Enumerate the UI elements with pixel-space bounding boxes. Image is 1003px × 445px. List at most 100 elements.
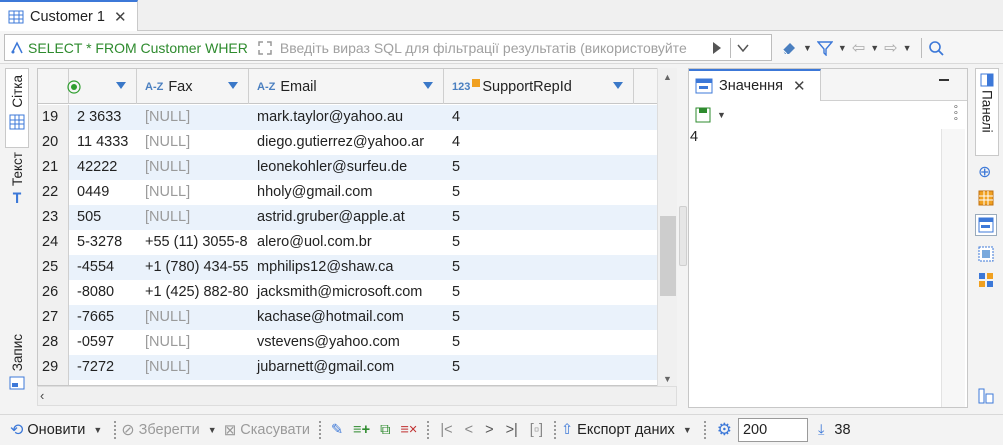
cell-fax[interactable]: [NULL]	[137, 130, 249, 155]
cell-phone[interactable]: 5-3278	[69, 230, 137, 255]
cell-phone[interactable]: -7272	[69, 355, 137, 380]
cell-supportrepid[interactable]: 5	[444, 330, 634, 355]
cell-email[interactable]: mark.taylor@yahoo.au	[249, 105, 444, 130]
last-page-icon[interactable]: >|	[506, 422, 518, 438]
prev-page-icon[interactable]: <	[465, 422, 473, 438]
next-page-icon[interactable]: >	[485, 422, 493, 438]
cell-value[interactable]: 4	[689, 129, 698, 145]
close-icon[interactable]: ✕	[793, 77, 806, 95]
add-row-icon[interactable]: ≡+	[353, 422, 370, 438]
save-button[interactable]: ⊘ Зберегти ▼	[121, 420, 219, 440]
table-row[interactable]: 22 0449 [NULL] hholy@gmail.com 5	[38, 180, 658, 205]
cell-email[interactable]: hholy@gmail.com	[249, 180, 444, 205]
chevron-down-icon[interactable]: ▼	[903, 43, 912, 53]
metadata-icon[interactable]	[978, 246, 994, 262]
refresh-button[interactable]: ⟲ Оновити ▼	[10, 420, 105, 440]
cell-email[interactable]: mphilips12@shaw.ca	[249, 255, 444, 280]
references-icon[interactable]	[978, 272, 994, 288]
save-icon[interactable]	[695, 107, 711, 123]
sql-query-text[interactable]: SELECT * FROM Customer WHER	[28, 40, 248, 56]
tab-value[interactable]: Значення ✕	[689, 69, 821, 101]
table-row[interactable]: 25 -4554 +1 (780) 434-55 mphilips12@shaw.ca…	[38, 255, 658, 280]
cell-email[interactable]: kachase@hotmail.com	[249, 305, 444, 330]
cell-fax[interactable]: +1 (425) 882-80	[137, 280, 249, 305]
close-icon[interactable]: ✕	[114, 8, 127, 26]
column-header-phone[interactable]	[67, 69, 137, 104]
minimize-icon[interactable]	[939, 79, 949, 81]
cell-phone[interactable]: 42222	[69, 155, 137, 180]
eraser-icon[interactable]	[780, 40, 798, 56]
cell-supportrepid[interactable]: 5	[444, 155, 634, 180]
scroll-thumb[interactable]	[660, 216, 676, 296]
chevron-down-icon[interactable]: ▼	[838, 43, 847, 53]
tab-record[interactable]: Запис	[5, 334, 29, 404]
value-scrollbar[interactable]	[941, 129, 965, 407]
table-row[interactable]: 26 -8080 +1 (425) 882-80 jacksmith@microsof…	[38, 280, 658, 305]
chevron-down-icon[interactable]: ▼	[803, 43, 812, 53]
copy-row-icon[interactable]: ⧉	[380, 422, 390, 438]
cell-email[interactable]: leonekohler@surfeu.de	[249, 155, 444, 180]
expand-icon[interactable]	[256, 39, 274, 57]
panel-splitter[interactable]	[679, 206, 687, 266]
cell-supportrepid[interactable]: 5	[444, 205, 634, 230]
column-header-email[interactable]: A-Z Email	[249, 69, 444, 104]
layout-icon[interactable]	[978, 388, 994, 404]
grouping-icon[interactable]: ⊕	[978, 162, 991, 182]
delete-row-icon[interactable]: ≡×	[400, 422, 417, 438]
refresh-search-icon[interactable]	[928, 40, 944, 56]
cell-email[interactable]: astrid.gruber@apple.at	[249, 205, 444, 230]
funnel-icon[interactable]	[816, 40, 833, 56]
scroll-down-icon[interactable]: ▼	[663, 374, 672, 384]
filter-input[interactable]: Введіть вираз SQL для фільтрації результ…	[280, 40, 710, 56]
cell-fax[interactable]: [NULL]	[137, 180, 249, 205]
table-row[interactable]: 29 -7272 [NULL] jubarnett@gmail.com 5	[38, 355, 658, 380]
cell-fax[interactable]: [NULL]	[137, 155, 249, 180]
filter-history-dropdown[interactable]	[737, 44, 749, 52]
table-row[interactable]: 20 11 4333 [NULL] diego.gutierrez@yahoo.ar 4	[38, 130, 658, 155]
cell-phone[interactable]: 505	[69, 205, 137, 230]
cell-supportrepid[interactable]: 5	[444, 230, 634, 255]
sort-arrow-icon[interactable]	[613, 82, 623, 89]
cell-supportrepid[interactable]: 5	[444, 255, 634, 280]
cell-fax[interactable]: [NULL]	[137, 305, 249, 330]
cell-phone[interactable]: 11 4333	[69, 130, 137, 155]
sort-arrow-icon[interactable]	[228, 82, 238, 89]
table-row[interactable]: 27 -7665 [NULL] kachase@hotmail.com 5	[38, 305, 658, 330]
fetch-all-icon[interactable]: [▫]	[530, 422, 543, 438]
cell-email[interactable]: vstevens@yahoo.com	[249, 330, 444, 355]
fetch-size-input[interactable]: 200	[737, 418, 808, 442]
cell-phone[interactable]: 0449	[69, 180, 137, 205]
cell-email[interactable]: diego.gutierrez@yahoo.ar	[249, 130, 444, 155]
vertical-scrollbar[interactable]: ▲ ▼	[657, 68, 677, 386]
table-row[interactable]: 21 42222 [NULL] leonekohler@surfeu.de 5	[38, 155, 658, 180]
tab-grid[interactable]: Сітка	[5, 68, 29, 148]
more-options-icon[interactable]: ∘ ∘ ∘	[953, 103, 959, 125]
cell-email[interactable]: alero@uol.com.br	[249, 230, 444, 255]
back-arrow-icon[interactable]: ⇦	[852, 38, 865, 58]
cancel-button[interactable]: ⊠ Скасувати	[224, 421, 310, 439]
horizontal-scrollbar[interactable]: ‹	[37, 386, 677, 406]
chevron-down-icon[interactable]: ▼	[683, 425, 692, 435]
value-viewer-icon[interactable]	[975, 214, 997, 236]
sort-arrow-icon[interactable]	[116, 82, 126, 89]
table-row[interactable]: 23 505 [NULL] astrid.gruber@apple.at 5	[38, 205, 658, 230]
calculator-icon[interactable]	[978, 190, 994, 206]
forward-arrow-icon[interactable]: ⇨	[884, 38, 897, 58]
cell-fax[interactable]: [NULL]	[137, 330, 249, 355]
chevron-down-icon[interactable]: ▼	[93, 425, 102, 435]
chevron-down-icon[interactable]: ▼	[208, 425, 217, 435]
cell-fax[interactable]: +55 (11) 3055-8	[137, 230, 249, 255]
cell-phone[interactable]: -7665	[69, 305, 137, 330]
cell-supportrepid[interactable]: 5	[444, 355, 634, 380]
cell-phone[interactable]: -4554	[69, 255, 137, 280]
cell-fax[interactable]: +1 (780) 434-55	[137, 255, 249, 280]
cell-phone[interactable]: -8080	[69, 280, 137, 305]
cell-phone[interactable]: -0597	[69, 330, 137, 355]
cell-supportrepid[interactable]: 4	[444, 105, 634, 130]
cell-fax[interactable]: [NULL]	[137, 355, 249, 380]
cell-supportrepid[interactable]: 5	[444, 305, 634, 330]
cell-supportrepid[interactable]: 5	[444, 180, 634, 205]
cell-fax[interactable]: [NULL]	[137, 205, 249, 230]
gear-icon[interactable]: ⚙	[717, 420, 732, 440]
table-row[interactable]: 24 5-3278 +55 (11) 3055-8 alero@uol.com.br 5	[38, 230, 658, 255]
